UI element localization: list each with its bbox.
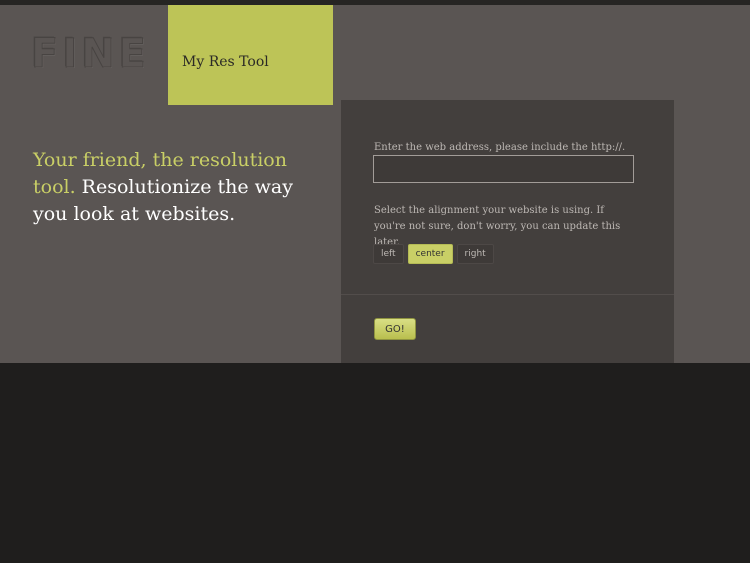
align-right-button[interactable]: right [456,244,494,264]
url-label: Enter the web address, please include th… [374,142,626,153]
header: FINE My Res Tool Your friend, the resolu… [0,5,750,363]
tab-label: My Res Tool [182,54,269,70]
alignment-options: left center right [373,244,494,264]
url-input[interactable] [373,155,634,183]
logo[interactable]: FINE [30,31,150,78]
panel-divider [341,294,674,295]
hero-tagline: Your friend, the resolution tool. Resolu… [33,147,313,228]
align-center-button[interactable]: center [407,244,453,264]
go-button[interactable]: GO! [374,318,416,340]
tab-my-res-tool[interactable]: My Res Tool [168,5,333,105]
align-left-button[interactable]: left [373,244,404,264]
form-panel: Enter the web address, please include th… [341,100,674,363]
